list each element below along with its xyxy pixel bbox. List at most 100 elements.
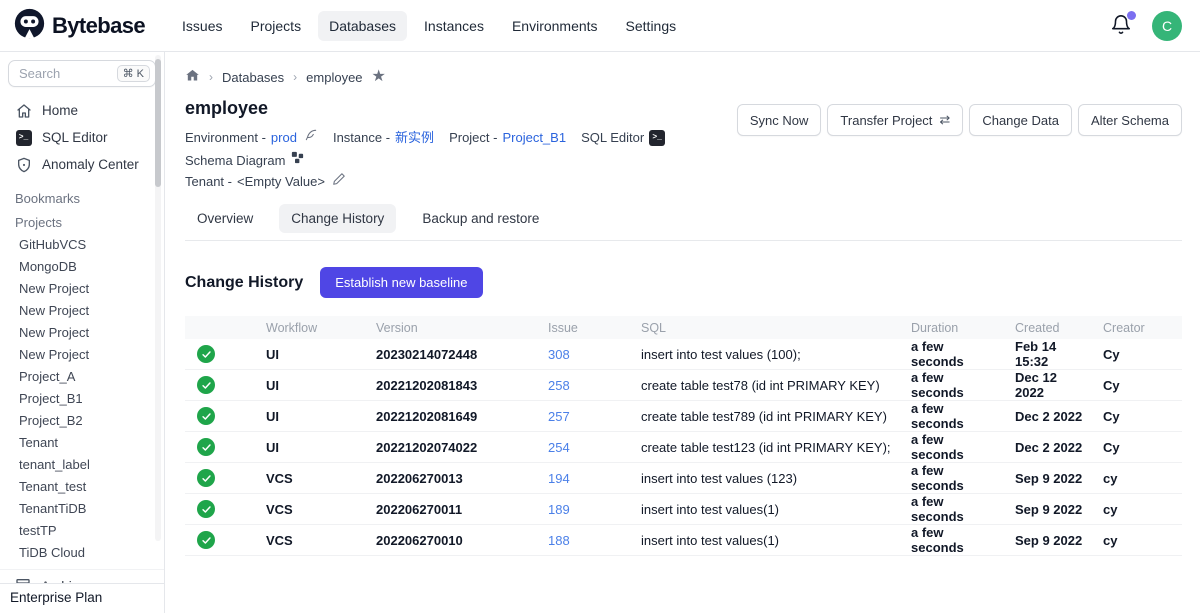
workflow-cell: UI <box>258 370 368 401</box>
page-title: employee <box>185 98 737 119</box>
section-title: Change History <box>185 274 303 292</box>
table-row[interactable]: UI 20230214072448 308 insert into test v… <box>185 339 1182 370</box>
transfer-arrows-icon: ⇄ <box>939 112 950 128</box>
sidebar-project-item[interactable]: New Project <box>0 277 164 299</box>
issue-link[interactable]: 189 <box>548 502 570 517</box>
breadcrumb-databases[interactable]: Databases <box>222 70 284 85</box>
tab[interactable]: Change History <box>279 204 396 233</box>
issue-link[interactable]: 257 <box>548 409 570 424</box>
main-nav: IssuesProjectsDatabasesInstancesEnvironm… <box>171 11 687 41</box>
success-check-icon <box>197 500 215 518</box>
sidebar-item-sql-editor[interactable]: >_ SQL Editor <box>0 124 164 151</box>
issue-link[interactable]: 308 <box>548 347 570 362</box>
success-check-icon <box>197 438 215 456</box>
table-row[interactable]: VCS 202206270013 194 insert into test va… <box>185 463 1182 494</box>
table-row[interactable]: UI 20221202081843 258 create table test7… <box>185 370 1182 401</box>
duration-cell: a few seconds <box>903 463 1007 494</box>
sidebar-project-item[interactable]: Project_A <box>0 365 164 387</box>
tab[interactable]: Overview <box>185 204 265 233</box>
version-cell: 202206270013 <box>368 463 540 494</box>
table-row[interactable]: UI 20221202074022 254 create table test1… <box>185 432 1182 463</box>
sidebar-project-item[interactable]: Project_B2 <box>0 409 164 431</box>
sidebar-item-home[interactable]: Home <box>0 97 164 124</box>
bytebase-logo[interactable]: Bytebase <box>14 8 145 44</box>
table-row[interactable]: VCS 202206270010 188 insert into test va… <box>185 525 1182 556</box>
notifications-button[interactable] <box>1110 14 1134 38</box>
column-header: Version <box>368 316 540 339</box>
project-link[interactable]: Project_B1 <box>502 127 566 148</box>
success-check-icon <box>197 407 215 425</box>
header-actions: Sync Now Transfer Project ⇄ Change Data … <box>737 104 1182 136</box>
search-input[interactable]: Search ⌘ K <box>8 60 156 87</box>
sidebar-project-item[interactable]: Project_B1 <box>0 387 164 409</box>
sidebar-item-anomaly-center[interactable]: Anomaly Center <box>0 151 164 178</box>
sidebar-project-item[interactable]: MongoDB <box>0 255 164 277</box>
column-header: Workflow <box>258 316 368 339</box>
nav-item[interactable]: Instances <box>413 11 495 41</box>
issue-link[interactable]: 258 <box>548 378 570 393</box>
duration-cell: a few seconds <box>903 432 1007 463</box>
table-row[interactable]: UI 20221202081649 257 create table test7… <box>185 401 1182 432</box>
breadcrumb-separator: › <box>209 70 213 84</box>
version-cell: 202206270011 <box>368 494 540 525</box>
sql-cell: insert into test values (123) <box>633 463 903 494</box>
workflow-cell: UI <box>258 339 368 370</box>
sidebar-scrollbar-thumb[interactable] <box>155 59 161 187</box>
creator-cell: cy <box>1095 525 1182 556</box>
sidebar-project-item[interactable]: New Project <box>0 343 164 365</box>
sidebar-project-item[interactable]: Tenant_test <box>0 475 164 497</box>
instance-link[interactable]: 新实例 <box>395 127 434 148</box>
establish-baseline-button[interactable]: Establish new baseline <box>320 267 482 298</box>
sql-editor-label: SQL Editor <box>581 127 644 148</box>
sync-now-button[interactable]: Sync Now <box>737 104 822 136</box>
issue-link[interactable]: 194 <box>548 471 570 486</box>
transfer-project-button[interactable]: Transfer Project ⇄ <box>827 104 963 136</box>
nav-item[interactable]: Databases <box>318 11 407 41</box>
bookmark-star-icon[interactable]: ★ <box>372 69 386 85</box>
issue-link[interactable]: 188 <box>548 533 570 548</box>
table-row[interactable]: VCS 202206270011 189 insert into test va… <box>185 494 1182 525</box>
environment-link[interactable]: prod <box>271 127 297 148</box>
sidebar-project-item[interactable]: GitHubVCS <box>0 233 164 255</box>
schema-diagram-icon <box>290 150 305 171</box>
success-check-icon <box>197 531 215 549</box>
quill-icon <box>304 127 318 148</box>
alter-schema-button[interactable]: Alter Schema <box>1078 104 1182 136</box>
sidebar-project-item[interactable]: tenant_label <box>0 453 164 475</box>
change-data-button[interactable]: Change Data <box>969 104 1072 136</box>
sql-cell: insert into test values(1) <box>633 525 903 556</box>
nav-item[interactable]: Issues <box>171 11 233 41</box>
sql-editor-shortcut[interactable]: SQL Editor >_ <box>581 127 665 148</box>
breadcrumb-home-icon[interactable] <box>185 68 200 86</box>
version-cell: 20221202081843 <box>368 370 540 401</box>
sql-cell: create table test123 (id int PRIMARY KEY… <box>633 432 903 463</box>
nav-item[interactable]: Environments <box>501 11 609 41</box>
workflow-cell: UI <box>258 401 368 432</box>
user-avatar[interactable]: C <box>1152 11 1182 41</box>
workflow-cell: VCS <box>258 463 368 494</box>
tab[interactable]: Backup and restore <box>410 204 551 233</box>
edit-pencil-icon[interactable] <box>332 171 346 192</box>
sidebar-project-list: GitHubVCSMongoDBNew ProjectNew ProjectNe… <box>0 233 164 563</box>
sql-cell: create table test789 (id int PRIMARY KEY… <box>633 401 903 432</box>
sidebar-project-item[interactable]: New Project <box>0 299 164 321</box>
column-header: Duration <box>903 316 1007 339</box>
sidebar-project-item[interactable]: testTP <box>0 519 164 541</box>
duration-cell: a few seconds <box>903 401 1007 432</box>
sidebar-project-item[interactable]: New Project <box>0 321 164 343</box>
version-cell: 20221202074022 <box>368 432 540 463</box>
sidebar-project-item[interactable]: TiDB Cloud <box>0 541 164 563</box>
nav-item[interactable]: Projects <box>240 11 313 41</box>
creator-cell: Cy <box>1095 432 1182 463</box>
schema-diagram-shortcut[interactable]: Schema Diagram <box>185 150 305 171</box>
sql-cell: insert into test values(1) <box>633 494 903 525</box>
issue-link[interactable]: 254 <box>548 440 570 455</box>
column-header <box>185 316 258 339</box>
success-check-icon <box>197 376 215 394</box>
workflow-cell: VCS <box>258 494 368 525</box>
bookmarks-section-label: Bookmarks <box>0 191 164 206</box>
sidebar-project-item[interactable]: TenantTiDB <box>0 497 164 519</box>
nav-item[interactable]: Settings <box>615 11 688 41</box>
sidebar-project-item[interactable]: Tenant <box>0 431 164 453</box>
breadcrumb-employee[interactable]: employee <box>306 70 362 85</box>
